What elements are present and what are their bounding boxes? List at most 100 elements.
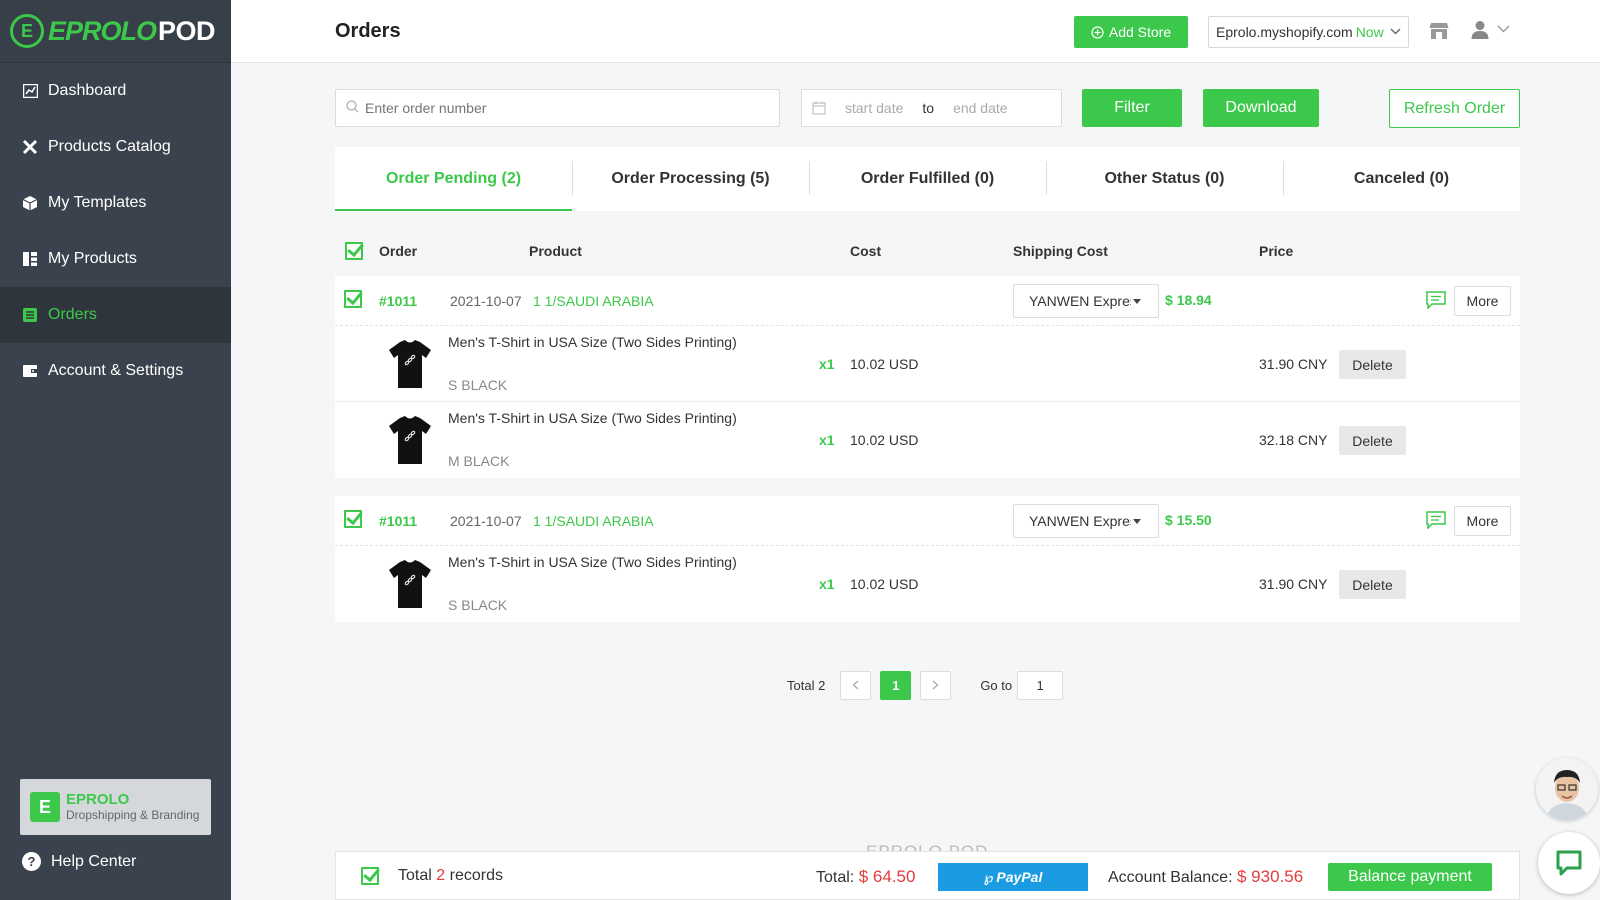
order-checkbox[interactable]	[344, 290, 362, 308]
brand-subtitle: Dropshipping & Branding	[66, 807, 200, 822]
tab-canceled[interactable]: Canceled (0)	[1283, 147, 1520, 211]
records-prefix: Total	[398, 867, 432, 884]
order-header: #1011 2021-10-07 1 1/SAUDI ARABIA YANWEN…	[335, 276, 1520, 326]
tab-order-pending[interactable]: Order Pending (2)	[335, 147, 572, 211]
shipping-price: $ 15.50	[1165, 512, 1212, 528]
calendar-icon	[812, 101, 826, 115]
column-header-product: Product	[529, 243, 582, 259]
eprolo-logo-icon: E	[30, 792, 60, 822]
product-cost: 10.02 USD	[850, 576, 919, 592]
order-search-input[interactable]	[365, 100, 765, 116]
chevron-down-icon	[1390, 26, 1401, 38]
product-name[interactable]: Men's T-Shirt in USA Size (Two Sides Pri…	[448, 334, 737, 350]
pagination: Total 2 1 Go to 1	[787, 670, 1064, 700]
sidebar-item-my-templates[interactable]: My Templates	[0, 175, 231, 231]
order-id-link[interactable]: #1011	[379, 513, 417, 529]
page-button-current[interactable]: 1	[880, 670, 912, 700]
product-quantity: x1	[819, 432, 835, 448]
eprolo-brand-banner[interactable]: E EPROLO Dropshipping & Branding	[20, 779, 211, 835]
sidebar-item-orders[interactable]: Orders	[0, 287, 231, 343]
table-header: Order Product Cost Shipping Cost Price	[335, 238, 1520, 264]
refresh-order-button[interactable]: Refresh Order	[1389, 89, 1520, 128]
order-id-link[interactable]: #1011	[379, 293, 417, 309]
shipping-method-select[interactable]: YANWEN Express	[1013, 504, 1159, 538]
user-menu-chevron-icon[interactable]	[1497, 22, 1510, 36]
order-checkbox[interactable]	[344, 510, 362, 528]
download-button[interactable]: Download	[1203, 89, 1319, 127]
store-status: Now	[1355, 24, 1384, 40]
order-date: 2021-10-07	[450, 293, 522, 309]
delete-button[interactable]: Delete	[1339, 350, 1406, 379]
box-icon	[22, 195, 38, 211]
sidebar-item-dashboard[interactable]: Dashboard	[0, 63, 231, 119]
records-summary: Total 2 records	[398, 867, 503, 885]
top-bar: Orders Add Store Eprolo.myshopify.com No…	[231, 0, 1600, 63]
more-button[interactable]: More	[1454, 506, 1511, 536]
shipping-method-value: YANWEN Express	[1029, 513, 1131, 529]
store-icon[interactable]	[1429, 22, 1449, 40]
sidebar-item-label: My Templates	[48, 194, 147, 211]
shipping-method-value: YANWEN Express	[1029, 293, 1131, 309]
filter-button[interactable]: Filter	[1082, 89, 1182, 127]
product-quantity: x1	[819, 356, 835, 372]
goto-page-input[interactable]: 1	[1017, 670, 1064, 700]
delete-button[interactable]: Delete	[1339, 426, 1406, 455]
end-date-input[interactable]: end date	[953, 100, 1008, 116]
product-cost: 10.02 USD	[850, 432, 919, 448]
balance-payment-button[interactable]: Balance payment	[1328, 863, 1492, 891]
order-destination[interactable]: 1 1/SAUDI ARABIA	[533, 293, 654, 309]
message-icon[interactable]	[1426, 291, 1446, 310]
store-select[interactable]: Eprolo.myshopify.com Now	[1208, 16, 1409, 48]
delete-button[interactable]: Delete	[1339, 570, 1406, 599]
paypal-button[interactable]: ℘ PayPal	[938, 863, 1088, 891]
wallet-icon	[22, 363, 38, 379]
balance-value: $ 930.56	[1236, 867, 1304, 886]
shipping-method-select[interactable]: YANWEN Express	[1013, 284, 1159, 318]
date-range-picker[interactable]: start date to end date	[801, 89, 1062, 127]
order-header: #1011 2021-10-07 1 1/SAUDI ARABIA YANWEN…	[335, 496, 1520, 546]
footer-watermark: EPROLO POD	[866, 842, 988, 851]
product-variant: S BLACK	[448, 597, 508, 613]
next-page-button[interactable]	[920, 670, 952, 700]
search-icon	[346, 100, 359, 116]
total-value: $ 64.50	[858, 867, 916, 886]
sidebar-item-account-settings[interactable]: Account & Settings	[0, 343, 231, 399]
sidebar-item-my-products[interactable]: My Products	[0, 231, 231, 287]
prev-page-button[interactable]	[840, 670, 872, 700]
live-chat-button[interactable]	[1538, 832, 1600, 894]
plus-circle-icon	[1091, 25, 1104, 39]
chart-icon	[22, 83, 38, 99]
chevron-left-icon	[852, 680, 859, 690]
grid-icon	[22, 251, 38, 267]
logo-e-icon: E	[10, 14, 44, 48]
agent-portrait-icon	[1536, 758, 1598, 820]
sidebar-item-products-catalog[interactable]: Products Catalog	[0, 119, 231, 175]
tab-order-fulfilled[interactable]: Order Fulfilled (0)	[809, 147, 1046, 211]
user-icon[interactable]	[1471, 20, 1491, 42]
tshirt-product-thumbnail	[389, 560, 431, 608]
product-cost: 10.02 USD	[850, 356, 919, 372]
message-icon[interactable]	[1426, 511, 1446, 530]
tshirt-product-thumbnail	[389, 416, 431, 464]
total-amount: Total: $ 64.50	[816, 867, 915, 887]
order-card: #1011 2021-10-07 1 1/SAUDI ARABIA YANWEN…	[335, 276, 1520, 478]
logo[interactable]: E EPROLO POD	[0, 0, 231, 63]
sidebar-item-label: Dashboard	[48, 82, 127, 99]
chat-bubble-icon	[1556, 850, 1582, 876]
product-name[interactable]: Men's T-Shirt in USA Size (Two Sides Pri…	[448, 410, 737, 426]
start-date-input[interactable]: start date	[845, 100, 903, 116]
more-button[interactable]: More	[1454, 286, 1511, 316]
order-search-field[interactable]	[335, 89, 780, 127]
tab-order-processing[interactable]: Order Processing (5)	[572, 147, 809, 211]
help-center-link[interactable]: ? Help Center	[22, 852, 136, 871]
select-all-bottom-checkbox[interactable]	[361, 867, 379, 885]
order-destination[interactable]: 1 1/SAUDI ARABIA	[533, 513, 654, 529]
add-store-button[interactable]: Add Store	[1074, 16, 1188, 48]
order-line-item: Men's T-Shirt in USA Size (Two Sides Pri…	[335, 326, 1520, 402]
product-name[interactable]: Men's T-Shirt in USA Size (Two Sides Pri…	[448, 554, 737, 570]
support-agent-avatar[interactable]	[1536, 758, 1598, 820]
select-all-checkbox[interactable]	[345, 242, 363, 260]
paypal-label: PayPal	[996, 869, 1043, 885]
tab-other-status[interactable]: Other Status (0)	[1046, 147, 1283, 211]
sidebar-item-label: Account & Settings	[48, 362, 184, 379]
